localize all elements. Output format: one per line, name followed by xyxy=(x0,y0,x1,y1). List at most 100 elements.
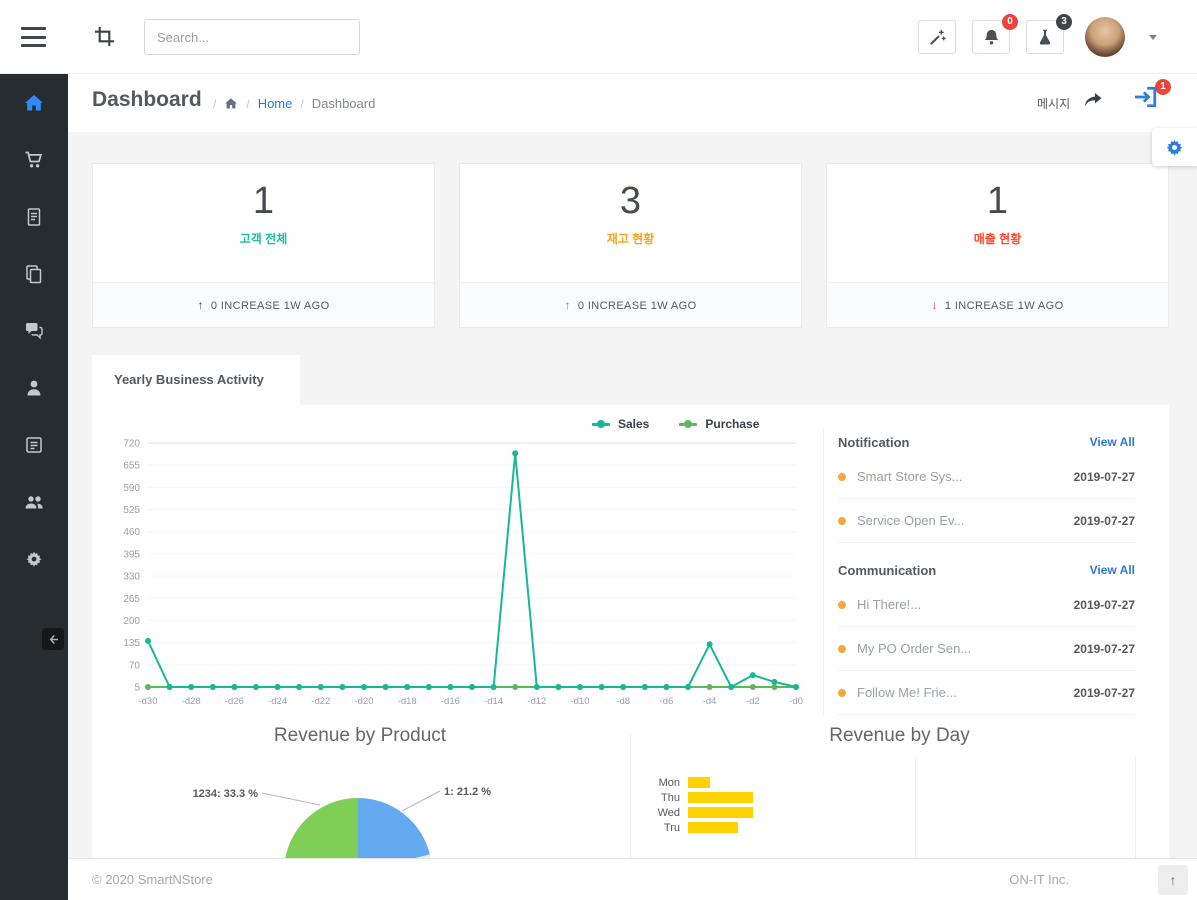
svg-text:395: 395 xyxy=(123,549,140,560)
svg-text:-d26: -d26 xyxy=(225,696,244,707)
trend-up-icon: ↑ xyxy=(197,298,204,312)
search-input[interactable] xyxy=(144,19,360,55)
stat-card-1: 1 고객 전체 ↑ 0 INCREASE 1W AGO xyxy=(92,163,435,328)
list-item[interactable]: Smart Store Sys... 2019-07-27 xyxy=(838,455,1135,499)
stat-footer: ↑ 0 INCREASE 1W AGO xyxy=(460,282,801,327)
bar-row: Wed xyxy=(630,805,930,820)
sidebar-item-orders[interactable] xyxy=(0,131,68,188)
svg-text:-d6: -d6 xyxy=(660,696,674,707)
view-all-communication-link[interactable]: View All xyxy=(1090,563,1135,577)
stat-footer-text: 1 INCREASE 1W AGO xyxy=(944,300,1064,312)
breadcrumb-home-link[interactable]: Home xyxy=(258,96,293,111)
svg-text:-d18: -d18 xyxy=(398,696,417,707)
scroll-to-top-button[interactable]: ↑ xyxy=(1158,865,1188,895)
sidebar-collapse-button[interactable] xyxy=(42,628,64,650)
list-item[interactable]: Service Open Ev... 2019-07-27 xyxy=(838,499,1135,543)
stat-footer-text: 0 INCREASE 1W AGO xyxy=(210,300,330,312)
trend-up-icon: ↑ xyxy=(564,298,571,312)
tab-yearly-business-activity[interactable]: Yearly Business Activity xyxy=(92,355,300,405)
bullet-dot-icon xyxy=(838,644,846,653)
communication-title: Hi There!... xyxy=(857,597,922,612)
settings-panel-button[interactable] xyxy=(1152,128,1197,166)
trend-down-icon: ↓ xyxy=(931,298,938,312)
svg-text:-d14: -d14 xyxy=(484,696,503,707)
svg-text:135: 135 xyxy=(123,638,140,649)
list-item[interactable]: Follow Me! Frie... 2019-07-27 xyxy=(838,671,1135,715)
magic-wand-icon xyxy=(929,29,946,45)
bar-category-label: Mon xyxy=(658,776,680,789)
sidebar-item-invoices[interactable] xyxy=(0,188,68,245)
svg-text:-d0: -d0 xyxy=(789,696,803,707)
list-item[interactable]: Hi There!... 2019-07-27 xyxy=(838,583,1135,627)
communication-date: 2019-07-27 xyxy=(1073,597,1135,612)
yearly-activity-line-chart: 5 70 135 200 265 330 395 460 525 590 655 720 -d30 -d2… xyxy=(123,439,803,708)
svg-text:590: 590 xyxy=(123,483,140,494)
cart-icon xyxy=(25,151,43,168)
bar-row: Thu xyxy=(630,790,930,805)
theme-wand-button[interactable] xyxy=(918,20,956,54)
bar-category-label: Tru xyxy=(663,821,680,834)
stat-footer: ↓ 1 INCREASE 1W AGO xyxy=(827,282,1168,327)
sign-in-badge: 1 xyxy=(1155,79,1171,95)
sign-in-button[interactable]: 1 xyxy=(1132,79,1171,117)
revenue-by-product-pie-chart: 1234: 33.3 % 1: 21.2 % xyxy=(193,786,491,858)
bar xyxy=(688,807,753,818)
sidebar-item-users[interactable] xyxy=(0,473,68,530)
notifications-column: Notification View All Smart Store Sys...… xyxy=(823,429,1135,715)
forward-arrow-icon xyxy=(1085,93,1102,107)
svg-text:5: 5 xyxy=(134,683,140,694)
bar xyxy=(688,777,710,788)
invoice-icon xyxy=(27,207,41,226)
section-title: Notification xyxy=(838,434,910,450)
sidebar-item-schedule[interactable] xyxy=(0,416,68,473)
logo-icon[interactable] xyxy=(92,25,117,53)
stat-label: 재고 현황 xyxy=(606,232,655,246)
bar-row: Tru xyxy=(630,820,930,835)
copy-icon xyxy=(26,264,42,283)
communication-title: My PO Order Sen... xyxy=(857,641,972,656)
communication-date: 2019-07-27 xyxy=(1073,641,1135,656)
list-icon xyxy=(26,436,42,453)
svg-text:70: 70 xyxy=(129,660,141,671)
top-navbar: 0 3 xyxy=(0,0,1197,74)
lab-flask-button[interactable]: 3 xyxy=(1026,14,1072,54)
forward-arrow-button[interactable] xyxy=(1083,91,1103,114)
bell-icon xyxy=(984,29,998,45)
revenue-by-day-chart: Mon Thu Wed Tru xyxy=(630,775,930,835)
svg-text:460: 460 xyxy=(123,527,140,538)
flask-badge: 3 xyxy=(1056,14,1072,30)
view-all-notifications-link[interactable]: View All xyxy=(1090,435,1135,449)
gear-icon xyxy=(1166,139,1183,156)
stat-footer: ↑ 0 INCREASE 1W AGO xyxy=(93,282,434,327)
arrow-left-icon xyxy=(49,634,58,644)
menu-toggle-button[interactable] xyxy=(21,27,47,47)
svg-text:1: 21.2 %: 1: 21.2 % xyxy=(444,786,491,798)
notification-date: 2019-07-27 xyxy=(1073,469,1135,484)
sidebar-item-customers[interactable] xyxy=(0,359,68,416)
stat-card-3: 1 매출 현황 ↓ 1 INCREASE 1W AGO xyxy=(826,163,1169,328)
svg-text:-d30: -d30 xyxy=(138,696,157,707)
stat-card-2: 3 재고 현황 ↑ 0 INCREASE 1W AGO xyxy=(459,163,802,328)
communication-date: 2019-07-27 xyxy=(1073,685,1135,700)
bar-category-label: Thu xyxy=(661,791,680,804)
svg-text:200: 200 xyxy=(123,616,140,627)
bar-gridline xyxy=(1135,757,1136,858)
notifications-button[interactable]: 0 xyxy=(972,14,1018,54)
bar xyxy=(688,822,738,833)
user-icon xyxy=(27,380,41,395)
user-avatar[interactable] xyxy=(1085,17,1125,57)
sidebar-item-settings[interactable] xyxy=(0,530,68,587)
sidebar-item-messages[interactable] xyxy=(0,302,68,359)
sidebar-item-pages[interactable] xyxy=(0,245,68,302)
communication-title: Follow Me! Frie... xyxy=(857,685,957,700)
notification-title: Service Open Ev... xyxy=(857,513,965,528)
chevron-down-icon[interactable] xyxy=(1149,35,1157,40)
svg-text:655: 655 xyxy=(123,461,140,472)
home-icon[interactable] xyxy=(224,97,238,110)
svg-text:-d20: -d20 xyxy=(354,696,373,707)
revenue-by-product-title: Revenue by Product xyxy=(273,725,447,746)
chat-icon xyxy=(26,323,43,340)
sidebar-item-home[interactable] xyxy=(0,74,68,131)
notification-date: 2019-07-27 xyxy=(1073,513,1135,528)
list-item[interactable]: My PO Order Sen... 2019-07-27 xyxy=(838,627,1135,671)
